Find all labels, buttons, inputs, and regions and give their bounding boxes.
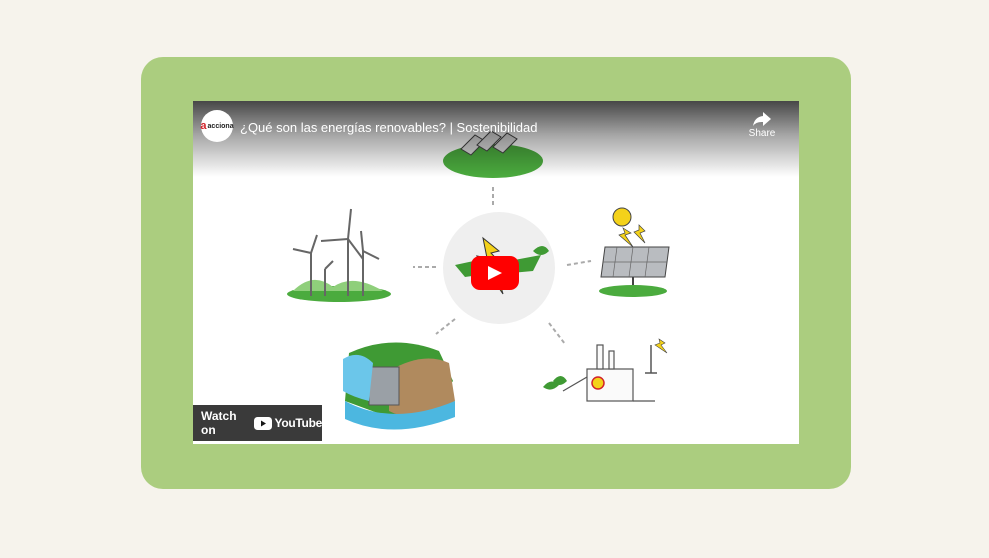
- share-icon: [753, 112, 771, 126]
- share-button[interactable]: Share: [745, 112, 779, 139]
- youtube-wordmark: YouTube: [274, 416, 323, 430]
- watch-on-label: Watch on: [201, 409, 237, 437]
- play-button[interactable]: [471, 256, 519, 290]
- channel-avatar[interactable]: a acciona: [200, 110, 234, 142]
- youtube-logo: YouTube: [253, 416, 323, 430]
- share-label: Share: [748, 128, 776, 139]
- watch-on-youtube-button[interactable]: Watch on YouTube: [193, 405, 322, 441]
- video-title[interactable]: ¿Qué son las energías renovables? | Sost…: [240, 120, 538, 135]
- youtube-logo-icon: [253, 416, 272, 430]
- channel-name: acciona: [207, 122, 234, 130]
- youtube-player[interactable]: a acciona ¿Qué son las energías renovabl…: [193, 101, 799, 444]
- acciona-logo-icon: a: [200, 120, 207, 132]
- player-top-bar: a acciona ¿Qué son las energías renovabl…: [193, 101, 799, 177]
- play-icon: [488, 266, 502, 280]
